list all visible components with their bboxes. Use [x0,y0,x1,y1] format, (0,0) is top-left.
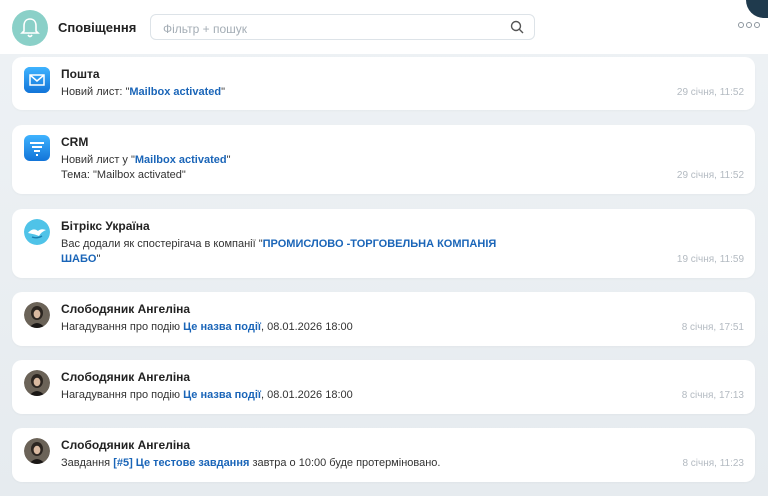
crm-icon [24,135,50,161]
search-icon[interactable] [510,20,524,39]
notification-link[interactable]: ПРОМИСЛОВО -ТОРГОВЕЛЬНА КОМПАНІЯ [263,238,497,250]
notification-title: CRM [61,135,89,149]
notification-card[interactable]: Слободяник Ангеліна Завдання [#5] Це тес… [12,428,755,482]
notification-link[interactable]: [#5] Це тестове завдання [113,457,249,469]
notification-link[interactable]: Mailbox activated [135,154,227,166]
notification-card[interactable]: Слободяник Ангеліна Нагадування про поді… [12,360,755,414]
search-box[interactable] [150,14,535,40]
notification-text: Новий лист: "Mailbox activated" [61,86,225,98]
notification-text: Нагадування про подію Це назва події, 08… [61,321,353,333]
bell-icon[interactable] [12,10,48,46]
notification-text: Новий лист у "Mailbox activated" [61,154,231,166]
panel-header: Сповіщення [0,0,768,54]
notification-card[interactable]: Бітрікс Україна Вас додали як спостеріга… [12,209,755,278]
notification-title: Слободяник Ангеліна [61,302,191,316]
notification-time: 8 січня, 17:51 [681,322,744,333]
notification-subject: Тема: "Mailbox activated" [61,169,186,181]
notification-link[interactable]: Це назва події [183,321,261,333]
page-title: Сповіщення [58,20,137,35]
user-avatar[interactable] [24,302,50,328]
notification-time: 29 січня, 11:52 [676,87,744,98]
mail-icon [24,67,50,93]
notification-text-cont: ШАБО" [61,253,101,265]
notification-title: Пошта [61,67,100,81]
notification-text: Вас додали як спостерігача в компанії "П… [61,238,497,250]
search-input[interactable] [161,19,495,39]
notification-time: 8 січня, 11:23 [682,458,744,469]
user-avatar[interactable] [24,370,50,396]
notification-link[interactable]: Це назва події [183,389,261,401]
notification-text: Нагадування про подію Це назва події, 08… [61,389,353,401]
notification-title: Слободяник Ангеліна [61,370,191,384]
notification-link[interactable]: ШАБО [61,253,96,265]
notification-card[interactable]: Слободяник Ангеліна Нагадування про поді… [12,292,755,346]
notification-time: 19 січня, 11:59 [676,254,744,265]
notification-card[interactable]: CRM Новий лист у "Mailbox activated" Тем… [12,125,755,194]
notification-time: 8 січня, 17:13 [681,390,744,401]
notification-text: Завдання [#5] Це тестове завдання завтра… [61,457,441,469]
notifications-panel: Сповіщення Пошта Новий лист: "M [0,0,768,496]
notification-title: Слободяник Ангеліна [61,438,191,452]
user-avatar[interactable] [24,438,50,464]
notification-title: Бітрікс Україна [61,219,150,233]
notification-time: 29 січня, 11:52 [676,170,744,181]
notification-link[interactable]: Mailbox activated [129,86,221,98]
more-icon[interactable] [738,22,760,28]
notification-card[interactable]: Пошта Новий лист: "Mailbox activated" 29… [12,57,755,110]
bitrix-logo-icon [24,219,50,245]
